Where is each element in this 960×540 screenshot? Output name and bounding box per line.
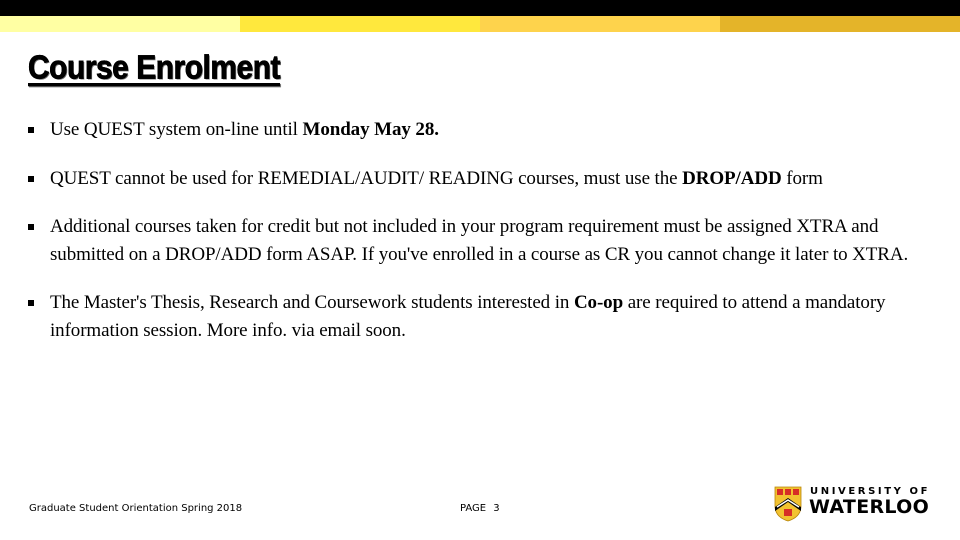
bullet-segment: QUEST cannot be used for REMEDIAL/AUDIT/… <box>50 168 683 189</box>
bullet-list: Use QUEST system on-line until Monday Ma… <box>28 116 928 345</box>
slide-title: Course Enrolment <box>28 50 281 87</box>
bullet-text: Use QUEST system on-line until Monday Ma… <box>50 119 439 140</box>
bullet-segment: The Master's Thesis, Research and Course… <box>50 292 574 313</box>
bullet-segment: Additional courses taken for credit but … <box>50 216 909 265</box>
stripe-3 <box>480 16 720 32</box>
bullet-item: The Master's Thesis, Research and Course… <box>28 289 928 345</box>
stripe-4 <box>720 16 960 32</box>
logo-line-2: WATERLOO <box>809 496 930 518</box>
header-band <box>0 0 960 16</box>
bullet-item: QUEST cannot be used for REMEDIAL/AUDIT/… <box>28 165 928 193</box>
bullet-marker-icon <box>28 176 34 182</box>
bullet-emphasis: Co-op <box>573 292 624 313</box>
bullet-segment: form <box>781 168 823 189</box>
bullet-emphasis: Monday May 28. <box>302 119 439 140</box>
bullet-text: Additional courses taken for credit but … <box>50 216 908 265</box>
stripe-2 <box>240 16 480 32</box>
bullet-emphasis: DROP/ADD <box>682 168 782 189</box>
university-logo: UNIVERSITY OF WATERLOO <box>774 486 934 526</box>
bullet-marker-icon <box>28 300 34 306</box>
university-shield-icon <box>774 486 802 522</box>
stripe-1 <box>0 16 240 32</box>
footer-page-number: PAGE 3 <box>460 503 500 514</box>
header-stripes <box>0 16 960 32</box>
bullet-text: The Master's Thesis, Research and Course… <box>50 292 886 341</box>
bullet-item: Use QUEST system on-line until Monday Ma… <box>28 116 928 144</box>
bullet-segment: Use QUEST system on-line until <box>50 119 303 140</box>
footer-event-label: Graduate Student Orientation Spring 2018 <box>29 503 243 514</box>
bullet-marker-icon <box>28 224 34 230</box>
bullet-item: Additional courses taken for credit but … <box>28 213 928 269</box>
bullet-marker-icon <box>28 127 34 133</box>
bullet-text: QUEST cannot be used for REMEDIAL/AUDIT/… <box>50 168 823 189</box>
